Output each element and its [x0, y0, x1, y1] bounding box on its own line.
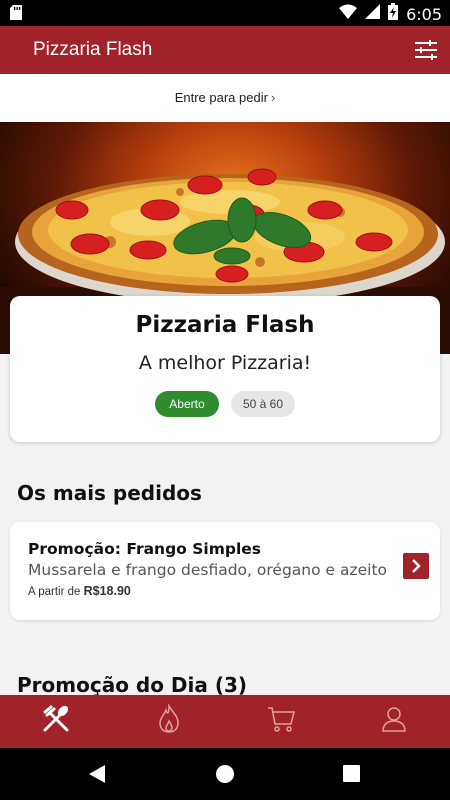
price-prefix: A partir de: [28, 586, 81, 598]
login-prompt-label: Entre para pedir: [174, 90, 268, 105]
battery-charging-icon: [388, 3, 399, 25]
store-slogan: A melhor Pizzaria!: [138, 352, 312, 374]
wifi-icon: [339, 4, 358, 24]
product-price: R$18.90: [83, 584, 131, 598]
nav-menu[interactable]: [0, 695, 113, 748]
signal-icon: [365, 4, 381, 24]
filter-sliders-icon[interactable]: [412, 36, 440, 64]
nav-cart[interactable]: [225, 695, 338, 748]
back-icon[interactable]: [88, 764, 106, 789]
delivery-time-badge: 50 à 60: [230, 391, 296, 417]
app-title: Pizzaria Flash: [33, 39, 153, 60]
flame-icon: [158, 703, 180, 739]
product-name: Promoção: Frango Simples: [28, 540, 261, 558]
recents-icon[interactable]: [343, 765, 360, 787]
sd-card-icon: [10, 5, 22, 25]
home-icon[interactable]: [215, 764, 235, 789]
open-status-badge: Aberto: [154, 391, 219, 417]
section-title-most-ordered: Os mais pedidos: [17, 481, 202, 505]
section-title-daily-promo: Promoção do Dia (3): [17, 673, 248, 697]
product-description: Mussarela e frango desfiado, orégano e a…: [28, 561, 386, 579]
product-price-row: A partir de R$18.90: [28, 584, 131, 598]
chevron-right-icon: ›: [270, 90, 276, 105]
chevron-right-icon[interactable]: [403, 553, 429, 579]
store-info-card: Pizzaria Flash A melhor Pizzaria! Aberto…: [10, 296, 440, 442]
nav-profile[interactable]: [338, 695, 450, 748]
bottom-nav: [0, 695, 450, 748]
store-name: Pizzaria Flash: [135, 312, 315, 338]
user-icon: [381, 705, 407, 738]
system-navigation-bar: [0, 748, 450, 800]
login-prompt-link[interactable]: Entre para pedir ›: [0, 74, 450, 122]
cart-icon: [266, 705, 296, 738]
fork-knife-icon: [41, 704, 71, 739]
nav-promotions[interactable]: [113, 695, 226, 748]
status-time: 6:05: [406, 4, 442, 24]
product-card[interactable]: Promoção: Frango Simples Mussarela e fra…: [10, 522, 440, 620]
app-bar: Pizzaria Flash: [0, 26, 450, 74]
status-bar: 6:05: [0, 0, 450, 26]
